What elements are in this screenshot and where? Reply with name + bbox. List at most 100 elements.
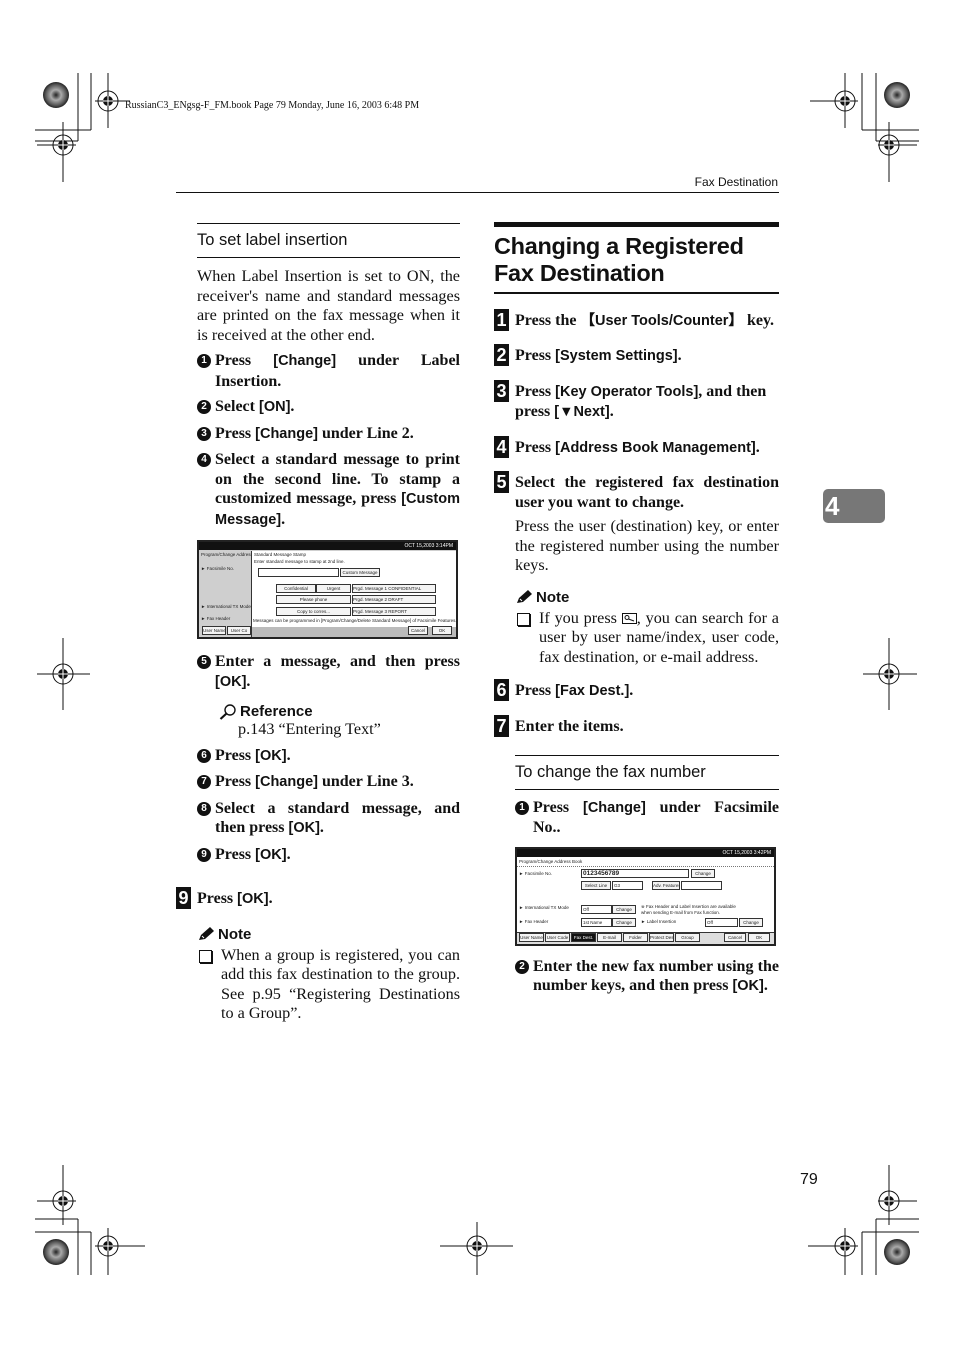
- step-number: 4: [197, 453, 211, 467]
- file-meta-line: RussianC3_ENgsg-F_FM.book Page 79 Monday…: [125, 100, 420, 111]
- message-dialog: Standard Message Stamp Enter standard me…: [251, 551, 456, 637]
- fax-number-field[interactable]: 0123456789: [581, 868, 689, 878]
- change-fax-number-button[interactable]: Change: [691, 868, 715, 878]
- step-number: 2: [494, 344, 509, 366]
- key-label: [OK]: [255, 747, 287, 764]
- message-button-copy-to[interactable]: Copy to corres...: [276, 607, 351, 616]
- substep-9: 9 Press [OK].: [197, 845, 460, 866]
- section-title: Changing a Registered Fax Destination: [494, 233, 744, 286]
- step-number: 1: [515, 800, 529, 815]
- message-button-confidential[interactable]: Confidential: [276, 584, 316, 593]
- key-label: [OK]: [732, 978, 764, 994]
- prgd-message-2[interactable]: Prgd. Message 2 DRAFT: [352, 595, 436, 604]
- screen-side-title: Program/Change Address B: [201, 552, 258, 557]
- reference-link[interactable]: p.143 “Entering Text”: [238, 720, 460, 740]
- tab-user-code[interactable]: User Co: [227, 626, 251, 635]
- key-label: [OK]: [237, 891, 269, 907]
- message-button-please-phone[interactable]: Please phone: [276, 595, 351, 604]
- substep-2: 2 Enter the new fax number using the numb…: [515, 957, 779, 997]
- step-number: 5: [197, 655, 211, 669]
- label-insertion-label: ► Label Insertion: [641, 918, 677, 924]
- step-number: 4: [494, 435, 509, 458]
- tab-user-code[interactable]: User Code: [545, 932, 570, 942]
- screen-clock: OCT 15,2003 3:42PM: [517, 848, 774, 857]
- tab-user-name[interactable]: User Name: [519, 932, 544, 942]
- note-item: If you press , you can search for a user…: [515, 609, 779, 668]
- left-big-step-9: 9 Press [OK]. Note When a group is regist…: [176, 887, 460, 1024]
- side-item: ► Fax Header: [201, 616, 231, 621]
- step-5: 5 Select the registered fax destination u…: [494, 471, 779, 512]
- substep-5: 5 Enter a message, and then press [OK].: [197, 652, 460, 692]
- prgd-message-1[interactable]: Prgd. Message 1 CONFIDENTIAL: [352, 584, 436, 593]
- key-label: [OK]: [288, 820, 320, 836]
- substep-6: 6 Press [OK].: [197, 746, 460, 767]
- step-5-body: Press the user (destination) key, or ent…: [515, 517, 779, 574]
- tab-folder[interactable]: Folder: [623, 932, 648, 942]
- tab-fax-dest[interactable]: Fax Dest.: [571, 932, 596, 942]
- substep-2: 2 Select [ON].: [197, 397, 460, 418]
- key-label: [▼Next]: [554, 404, 610, 420]
- steps-a: 1 Press [Change] under Label Insertion. 2…: [197, 351, 460, 530]
- key-label: [OK]: [215, 673, 247, 690]
- tab-group[interactable]: Group: [675, 932, 700, 942]
- custom-message-button[interactable]: Custom Message: [340, 568, 380, 577]
- ok-button[interactable]: OK: [432, 626, 452, 635]
- substep-7: 7 Press [Change] under Line 3.: [197, 772, 460, 793]
- prgd-message-3[interactable]: Prgd. Message 3 REPORT: [352, 607, 436, 616]
- note-block: Note When a group is registered, you can…: [197, 926, 460, 1024]
- right-column: Changing a Registered Fax Destination 1P…: [494, 222, 779, 997]
- note-heading: Note: [515, 589, 779, 606]
- fax-header-info: ※ Fax Header and Label Insertion are ava…: [641, 903, 736, 915]
- change-label-insertion-button[interactable]: Change: [739, 917, 763, 927]
- step-3: 3 Press [Key Operator Tools], and then pr…: [494, 379, 779, 423]
- subhead-label-insertion: To set label insertion: [197, 223, 460, 258]
- note-heading: Note: [197, 926, 460, 943]
- running-head: Fax Destination: [694, 175, 778, 189]
- screen-title: Program/Change Address Book: [519, 858, 583, 864]
- step-number: 7: [197, 775, 211, 789]
- screen-clock: OCT 15,2003 3:14PM: [199, 542, 456, 550]
- step-number: 3: [494, 379, 509, 402]
- note-item: When a group is registered, you can add …: [197, 946, 460, 1024]
- step-number: 2: [515, 959, 529, 974]
- sub-procedure: To change the fax number 1 Press [Change]…: [515, 754, 779, 997]
- title-divider: [517, 865, 774, 867]
- screenshot-standard-message-stamp: OCT 15,2003 3:14PM Program/Change Addres…: [197, 540, 458, 639]
- pencil-icon: [517, 590, 532, 603]
- key-label: [Change]: [255, 425, 318, 442]
- substep-1: 1 Press [Change] under Facsimile No..: [515, 798, 779, 838]
- step-number: 8: [197, 801, 211, 816]
- tab-email[interactable]: E-mail: [597, 932, 622, 942]
- ok-button[interactable]: OK: [748, 932, 770, 942]
- select-line-button[interactable]: Select Line: [581, 880, 611, 890]
- substep-4: 4 Select a standard message to print on t…: [197, 450, 460, 530]
- fax-number-label: ► Facsimile No.: [519, 870, 552, 876]
- cancel-button[interactable]: Cancel: [724, 932, 746, 942]
- side-item: ► International TX Mode: [201, 604, 251, 609]
- message-button-urgent[interactable]: Urgent: [316, 584, 351, 593]
- step-number: 2: [197, 400, 211, 414]
- subhead-change-fax-number: To change the fax number: [515, 754, 779, 790]
- header-rule: [176, 192, 779, 193]
- change-intl-tx-button[interactable]: Change: [612, 904, 636, 914]
- adv-features-button[interactable]: Adv. Features: [652, 880, 680, 890]
- cancel-button[interactable]: Cancel: [408, 626, 428, 635]
- step-6: 6 Press [Fax Dest.].: [494, 679, 779, 702]
- line-value: G3: [612, 880, 643, 890]
- search-key-icon: [621, 612, 637, 624]
- key-label: [Change]: [582, 799, 646, 816]
- fax-header-label: ► Fax Header: [519, 918, 549, 924]
- tab-protect-dest[interactable]: Protect Dest.: [649, 932, 674, 942]
- substep-1: 1 Press [Change] under Label Insertion.: [197, 351, 460, 391]
- intl-tx-value: Off: [581, 904, 612, 914]
- page-number: 79: [800, 1171, 818, 1188]
- pencil-icon: [199, 927, 214, 940]
- custom-message-field[interactable]: [258, 568, 339, 577]
- dialog-title: Standard Message Stamp: [254, 552, 307, 557]
- substep-3: 3 Press [Change] under Line 2.: [197, 424, 460, 445]
- note-block: Note If you press , you can search for a…: [515, 589, 779, 668]
- tab-user-name[interactable]: User Name: [202, 626, 226, 635]
- label-insertion-value: Off: [705, 917, 738, 927]
- change-fax-header-button[interactable]: Change: [612, 917, 636, 927]
- step-7: 7 Enter the items.: [494, 714, 779, 737]
